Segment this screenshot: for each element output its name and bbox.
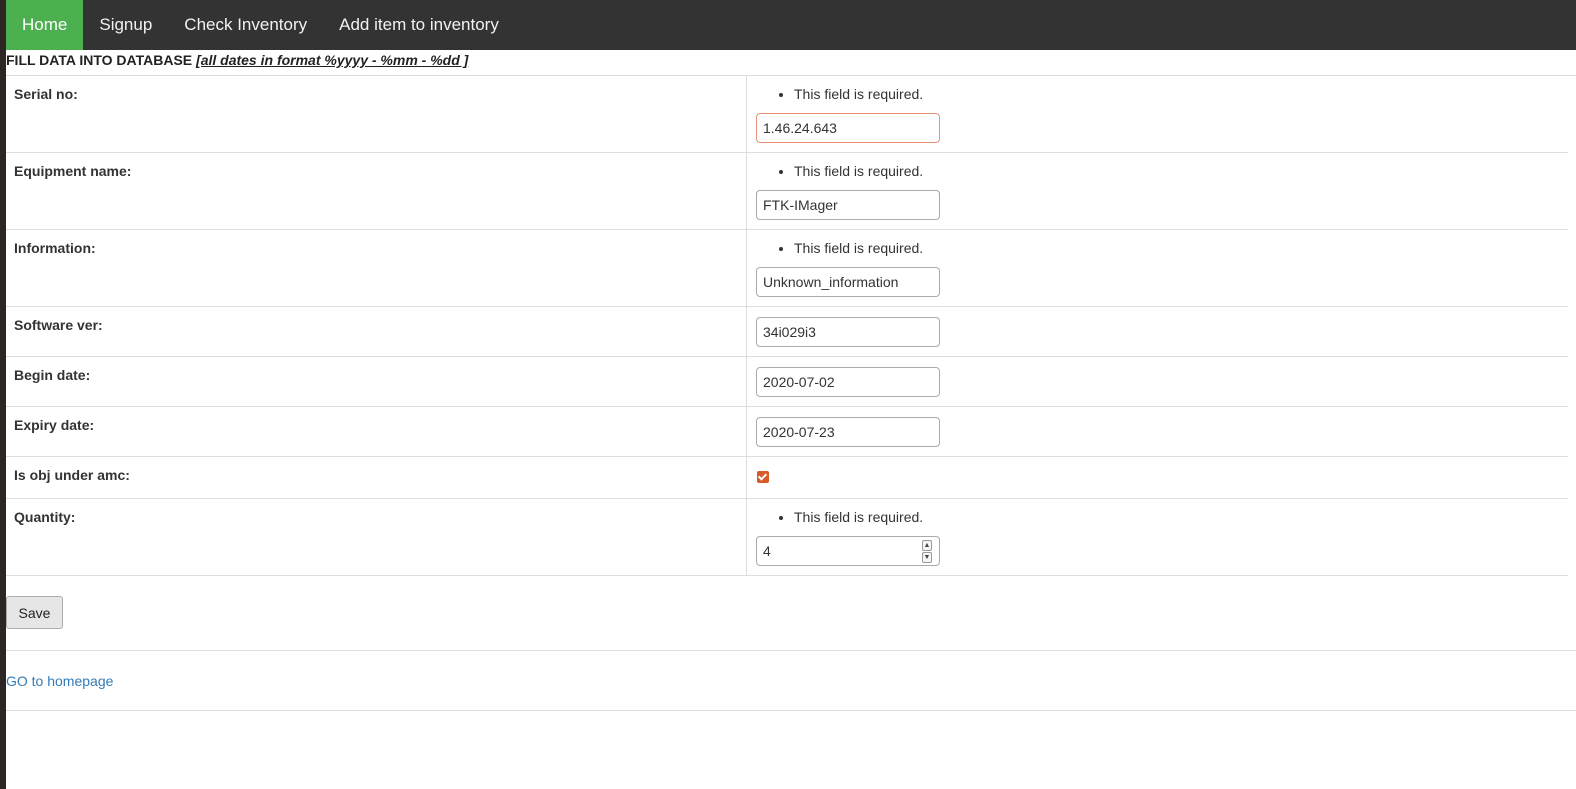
go-homepage-link[interactable]: GO to homepage [6,673,113,689]
chevron-down-icon[interactable]: ▼ [922,552,932,563]
nav-home[interactable]: Home [6,0,84,50]
serial-input[interactable] [756,113,940,143]
chevron-up-icon[interactable]: ▲ [922,540,932,551]
serial-error: This field is required. [794,86,1560,103]
begin-date-label: Begin date: [6,356,747,407]
quantity-error: This field is required. [794,509,1560,526]
information-errors: This field is required. [756,240,1560,257]
information-input[interactable] [756,267,940,297]
save-button[interactable]: Save [6,596,63,629]
nav-add-item[interactable]: Add item to inventory [323,0,515,50]
row-information: Information: This field is required. [6,229,1568,307]
quantity-input[interactable] [756,536,940,566]
begin-date-input[interactable] [756,367,940,397]
expiry-date-input[interactable] [756,417,940,447]
nav-signup[interactable]: Signup [83,0,168,50]
row-expiry-date: Expiry date: [6,406,1568,457]
form-title: FILL DATA INTO DATABASE [6,52,193,68]
save-area: Save [6,576,1576,651]
inventory-form: Serial no: This field is required. Equip… [6,76,1568,576]
equipment-label: Equipment name: [6,152,747,230]
page: Home Signup Check Inventory Add item to … [6,0,1576,789]
equipment-errors: This field is required. [756,163,1560,180]
equipment-error: This field is required. [794,163,1560,180]
serial-errors: This field is required. [756,86,1560,103]
quantity-stepper: ▲ ▼ [756,536,940,566]
quantity-label: Quantity: [6,498,747,576]
serial-label: Serial no: [6,76,747,153]
row-software: Software ver: [6,306,1568,357]
expiry-date-label: Expiry date: [6,406,747,457]
quantity-errors: This field is required. [756,509,1560,526]
equipment-input[interactable] [756,190,940,220]
software-input[interactable] [756,317,940,347]
amc-label: Is obj under amc: [6,456,747,499]
row-amc: Is obj under amc: [6,456,1568,499]
row-equipment: Equipment name: This field is required. [6,152,1568,230]
top-navbar: Home Signup Check Inventory Add item to … [6,0,1576,50]
amc-checkbox[interactable] [757,471,769,483]
information-error: This field is required. [794,240,1560,257]
form-heading: FILL DATA INTO DATABASE [all dates in fo… [6,50,1576,76]
row-begin-date: Begin date: [6,356,1568,407]
nav-check-inventory[interactable]: Check Inventory [168,0,323,50]
information-label: Information: [6,229,747,307]
date-format-note: [all dates in format %yyyy - %mm - %dd ] [196,52,469,68]
link-area: GO to homepage [6,651,1576,711]
row-serial: Serial no: This field is required. [6,76,1568,153]
quantity-spinner: ▲ ▼ [922,540,932,563]
software-label: Software ver: [6,306,747,357]
row-quantity: Quantity: This field is required. ▲ ▼ [6,498,1568,576]
